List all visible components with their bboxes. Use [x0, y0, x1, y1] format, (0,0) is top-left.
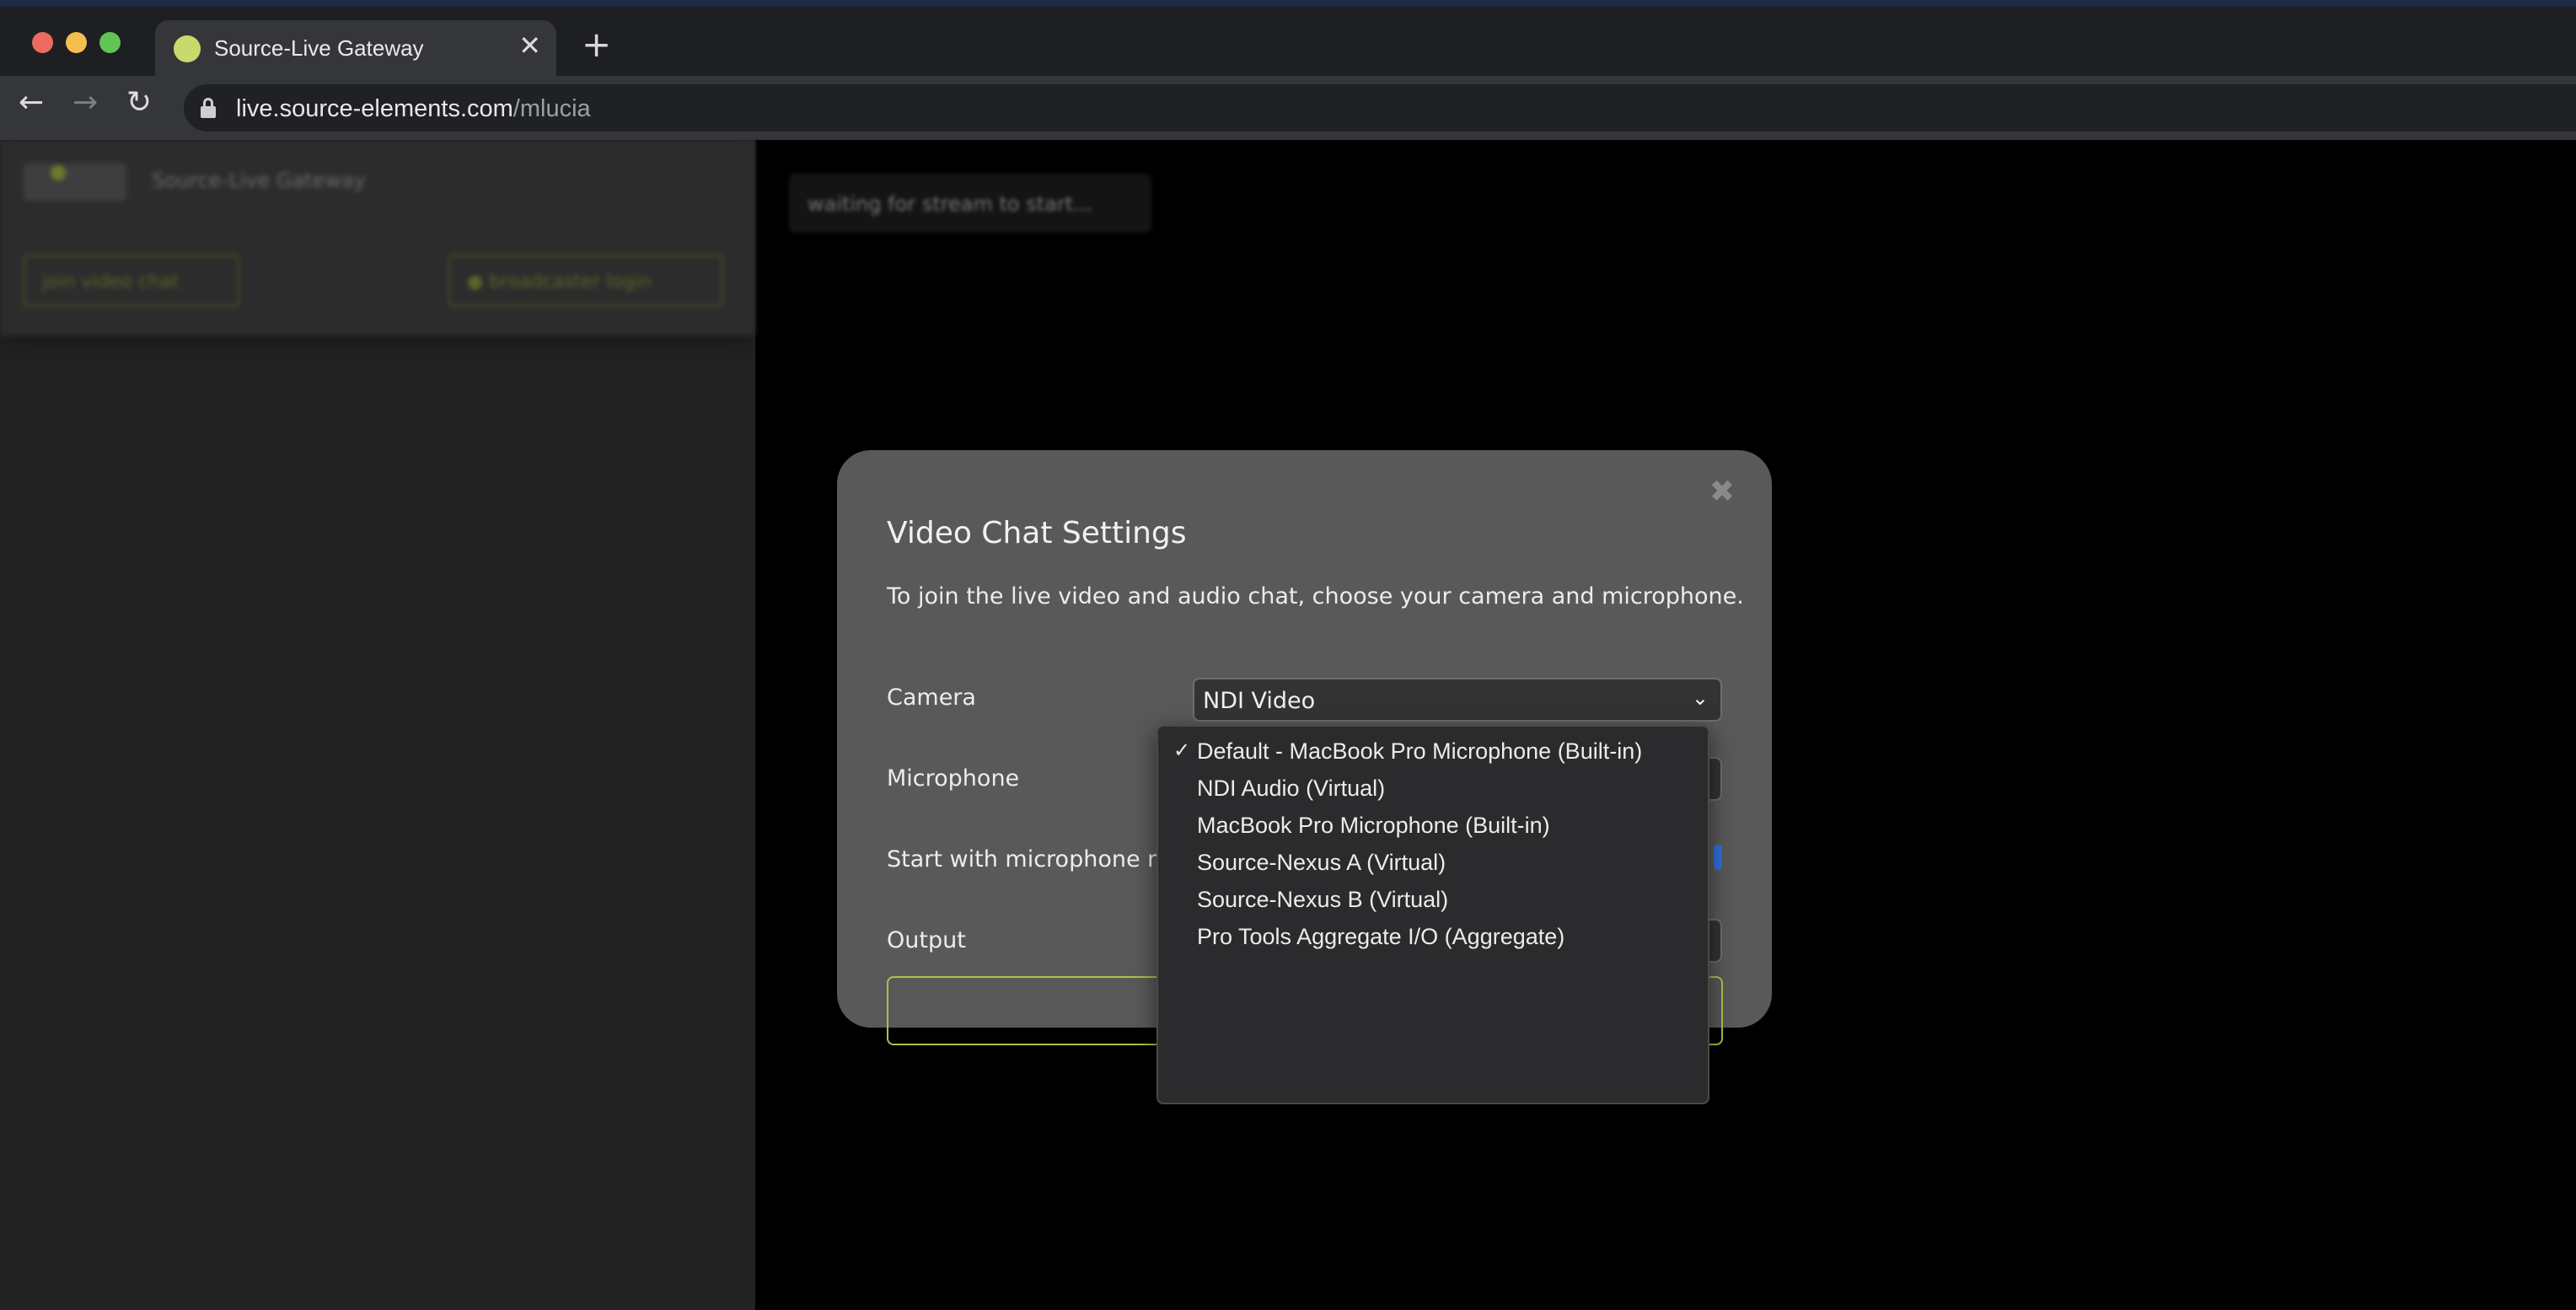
camera-select-value: NDI Video	[1203, 688, 1316, 714]
microphone-label: Microphone	[887, 765, 1020, 792]
close-icon[interactable]: ✖	[1709, 477, 1735, 507]
dialog-description: To join the live video and audio chat, c…	[887, 583, 1744, 609]
new-tab-button[interactable]: +	[582, 27, 611, 62]
sidebar-header: Source-Live Gateway join video chat ● br…	[0, 140, 755, 336]
tab-title: Source-Live Gateway	[214, 35, 424, 61]
url-host: live.source-elements.com	[236, 95, 513, 122]
browser-tab[interactable]: Source-Live Gateway ✕	[155, 20, 556, 76]
window-close-button[interactable]	[32, 32, 53, 53]
start-muted-label: Start with microphone m	[887, 846, 1170, 872]
microphone-option[interactable]: NDI Audio (Virtual)	[1158, 769, 1708, 806]
back-arrow-icon[interactable]: ←	[19, 88, 44, 118]
camera-select[interactable]: NDI Video ⌄	[1193, 678, 1722, 722]
window-minimize-button[interactable]	[66, 32, 87, 53]
brand-title: Source-Live Gateway	[152, 169, 366, 192]
microphone-option[interactable]: Source-Nexus A (Virtual)	[1158, 843, 1708, 880]
microphone-option[interactable]: Source-Nexus B (Virtual)	[1158, 880, 1708, 917]
browser-toolbar: ← → ↻ live.source-elements.com/mlucia	[0, 76, 2576, 140]
join-video-chat-button[interactable]: join video chat	[24, 255, 239, 307]
broadcaster-login-button[interactable]: ● broadcaster login	[448, 255, 723, 307]
favicon-icon	[174, 35, 201, 62]
microphone-option-label: Source-Nexus A (Virtual)	[1197, 850, 1446, 875]
window-zoom-button[interactable]	[99, 32, 121, 53]
camera-label: Camera	[887, 685, 976, 711]
microphone-option-label: Default - MacBook Pro Microphone (Built-…	[1197, 738, 1643, 764]
stream-status-badge: waiting for stream to start...	[789, 174, 1151, 233]
forward-arrow-icon[interactable]: →	[72, 88, 98, 118]
microphone-dropdown-menu: ✓ Default - MacBook Pro Microphone (Built…	[1157, 725, 1709, 1104]
tab-close-icon[interactable]: ✕	[518, 32, 541, 59]
microphone-option[interactable]: ✓ Default - MacBook Pro Microphone (Built…	[1158, 732, 1708, 769]
microphone-option[interactable]: Pro Tools Aggregate I/O (Aggregate)	[1158, 917, 1708, 954]
reload-icon[interactable]: ↻	[126, 88, 152, 118]
url-path: /mlucia	[513, 95, 591, 122]
address-bar[interactable]: live.source-elements.com/mlucia	[184, 84, 2576, 132]
stream-status-text: waiting for stream to start...	[808, 192, 1093, 216]
dialog-title: Video Chat Settings	[887, 516, 1187, 550]
start-muted-toggle[interactable]	[1714, 845, 1722, 870]
browser-tab-strip: Source-Live Gateway ✕ +	[0, 0, 2576, 76]
microphone-option-label: Source-Nexus B (Virtual)	[1197, 887, 1449, 912]
output-label: Output	[887, 927, 966, 953]
address-url[interactable]: live.source-elements.com/mlucia	[236, 95, 591, 123]
sidebar: Source-Live Gateway join video chat ● br…	[0, 140, 755, 1310]
microphone-option[interactable]: MacBook Pro Microphone (Built-in)	[1158, 806, 1708, 843]
tab-strip-top-line	[0, 0, 2576, 7]
microphone-option-label: Pro Tools Aggregate I/O (Aggregate)	[1197, 924, 1565, 949]
lock-icon[interactable]	[201, 98, 216, 118]
check-mark-icon: ✓	[1173, 738, 1191, 762]
chevron-down-icon: ⌄	[1691, 686, 1709, 710]
source-elements-logo-icon	[24, 164, 126, 201]
microphone-option-label: NDI Audio (Virtual)	[1197, 776, 1386, 801]
microphone-option-label: MacBook Pro Microphone (Built-in)	[1197, 813, 1550, 838]
